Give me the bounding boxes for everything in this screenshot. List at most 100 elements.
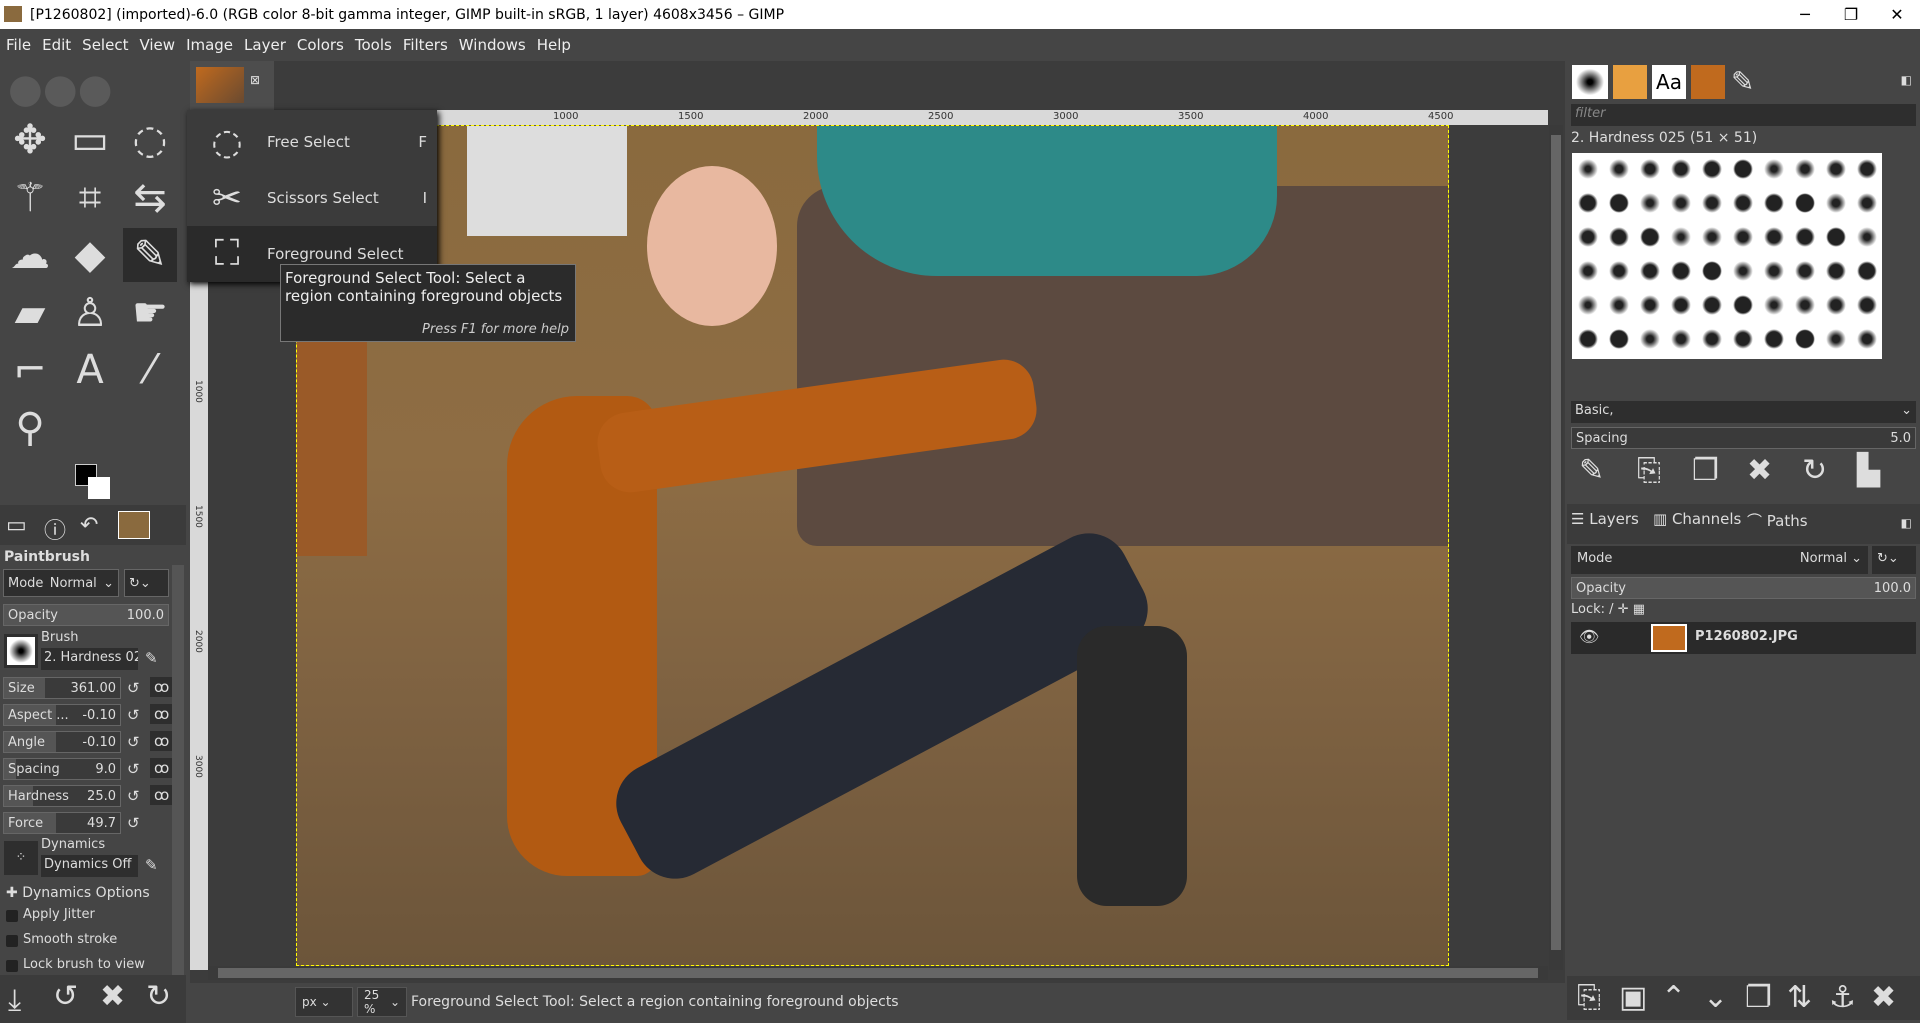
brush-thumb[interactable] [1764,227,1784,247]
brush-thumb[interactable] [1578,159,1598,179]
tool-options-icon[interactable]: ⓘ [44,513,66,545]
crop-icon[interactable]: ⌗ [63,171,117,225]
brush-thumb[interactable] [1857,193,1877,213]
move-icon[interactable]: ✥ [3,113,57,167]
unit-select[interactable]: px ⌄ [295,986,353,1017]
smooth-stroke-checkbox[interactable] [6,935,18,947]
new-layer-group-icon[interactable]: ▣ [1619,980,1647,1015]
brush-thumb[interactable] [1609,295,1629,315]
link-param-icon[interactable]: ꝏ [150,677,174,697]
horizontal-scrollbar[interactable] [208,966,1548,980]
edit-brush-icon[interactable]: ✎ [1579,453,1604,488]
warp-icon[interactable]: ☁ [3,228,57,282]
brush-thumb[interactable] [1795,159,1815,179]
brush-thumb[interactable] [1578,329,1598,349]
brush-thumb[interactable] [1671,329,1691,349]
menu-layer[interactable]: Layer [244,36,286,54]
brush-thumb[interactable] [1671,193,1691,213]
background-color[interactable] [88,477,110,499]
menu-edit[interactable]: Edit [42,36,71,54]
lower-layer-icon[interactable]: ⌄ [1703,980,1728,1015]
brush-thumb[interactable] [1578,193,1598,213]
paintbrush-icon[interactable]: ✎ [123,228,177,282]
brush-thumb[interactable] [1764,159,1784,179]
param-slider-5[interactable]: Force 49.7 [3,812,121,834]
new-layer-icon[interactable]: ⎘ [1577,980,1601,1015]
menu-help[interactable]: Help [537,36,571,54]
layer-name[interactable]: P1260802.JPG [1695,629,1798,644]
link-param-icon[interactable]: ꝏ [150,785,174,805]
menu-file[interactable]: File [6,36,31,54]
edit-dynamics-icon[interactable]: ✎ [145,856,158,874]
brush-thumb[interactable] [1609,261,1629,281]
layer-opacity-slider[interactable]: Opacity 100.0 [1571,577,1916,599]
brush-thumb[interactable] [1671,261,1691,281]
link-param-icon[interactable]: ꝏ [150,731,174,751]
reset-mode-button[interactable]: ↻⌄ [124,569,169,597]
brush-thumb[interactable] [1733,295,1753,315]
brush-thumb[interactable] [1733,159,1753,179]
layer-mode-select[interactable]: Mode Normal ⌄ [1571,546,1868,574]
brush-thumb[interactable] [1640,295,1660,315]
brush-thumb[interactable] [1826,227,1846,247]
image-tab[interactable]: ⊠ [190,61,274,110]
brush-thumb[interactable] [1826,261,1846,281]
brush-thumb[interactable] [1640,159,1660,179]
restore-options-icon[interactable]: ↺ [53,979,78,1014]
brush-preview[interactable] [4,634,38,668]
brush-thumb[interactable] [1702,193,1722,213]
flip-icon[interactable]: ⇆ [123,171,177,225]
brush-thumb[interactable] [1826,295,1846,315]
delete-brush-icon[interactable]: ✖ [1747,453,1772,488]
text-icon[interactable]: A [63,343,117,397]
vertical-scrollbar[interactable] [1549,125,1563,970]
brush-thumb[interactable] [1795,261,1815,281]
brush-spacing-slider[interactable]: Spacing 5.0 [1571,427,1916,449]
brush-thumb[interactable] [1640,227,1660,247]
brush-thumb[interactable] [1671,295,1691,315]
brush-thumb[interactable] [1733,261,1753,281]
brush-thumb[interactable] [1733,227,1753,247]
brush-thumb[interactable] [1609,329,1629,349]
paint-dynamics-tab-icon[interactable]: ✎ [1731,65,1754,98]
lock-pixels-icon[interactable]: / [1609,602,1613,617]
brush-grid[interactable] [1572,153,1882,359]
undo-history-icon[interactable]: ↶ [80,513,98,538]
param-slider-4[interactable]: Hardness 25.0 [3,785,121,807]
brush-thumb[interactable] [1826,159,1846,179]
brush-thumb[interactable] [1826,329,1846,349]
brush-thumb[interactable] [1609,193,1629,213]
brush-thumb[interactable] [1764,329,1784,349]
reset-param-icon[interactable]: ↺ [127,787,140,805]
tab-layers[interactable]: ☰ Layers [1571,510,1639,528]
reset-param-icon[interactable]: ↺ [127,760,140,778]
param-slider-0[interactable]: Size 361.00 [3,677,121,699]
dynamics-select[interactable]: Dynamics Off [41,855,138,877]
zoom-select[interactable]: 25 % ⌄ [357,986,407,1017]
delete-layer-icon[interactable]: ✖ [1871,980,1896,1015]
raise-layer-icon[interactable]: ⌃ [1661,980,1686,1015]
menu-image[interactable]: Image [186,36,233,54]
restore-button[interactable]: ❐ [1828,0,1874,29]
brush-thumb[interactable] [1702,295,1722,315]
brush-thumb[interactable] [1702,329,1722,349]
brush-thumb[interactable] [1857,295,1877,315]
brush-thumb[interactable] [1857,329,1877,349]
image-canvas[interactable] [296,125,1449,966]
bucket-fill-icon[interactable]: ◆ [63,228,117,282]
lock-brush-checkbox[interactable] [6,960,18,972]
dynamics-preview[interactable]: ⁘ [4,841,38,875]
brush-name[interactable]: 2. Hardness 02 [41,648,138,670]
reset-options-icon[interactable]: ↻ [146,979,171,1014]
brush-thumb[interactable] [1671,227,1691,247]
close-button[interactable]: ✕ [1874,0,1920,29]
brush-thumb[interactable] [1857,227,1877,247]
link-param-icon[interactable]: ꝏ [150,758,174,778]
merge-layer-icon[interactable]: ⇅ [1787,980,1812,1015]
brush-thumb[interactable] [1640,193,1660,213]
brush-thumb[interactable] [1671,159,1691,179]
brush-thumb[interactable] [1795,329,1815,349]
images-tab-icon[interactable] [118,511,150,539]
rect-select-icon[interactable]: ▭ [63,113,117,167]
brush-thumb[interactable] [1578,227,1598,247]
